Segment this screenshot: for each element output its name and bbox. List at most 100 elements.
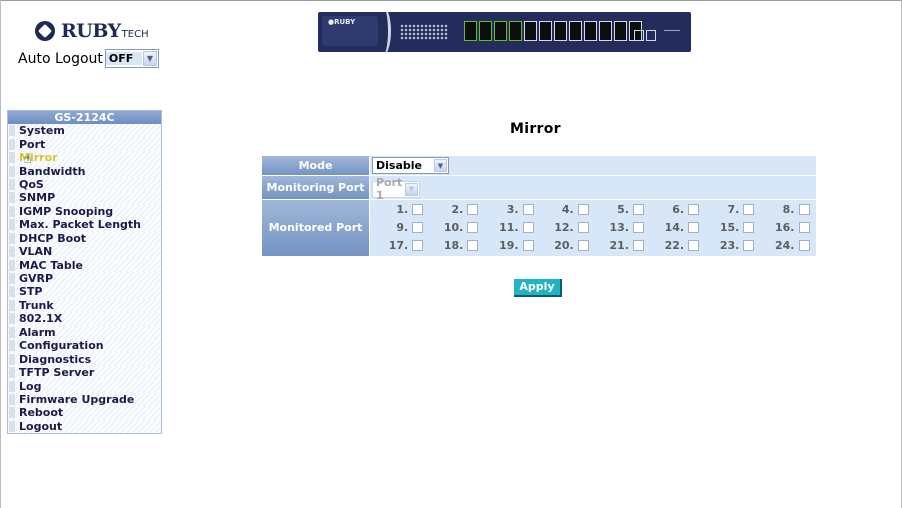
port-4-item: 4.: [536, 201, 591, 219]
sidebar-item-label: TFTP Server: [19, 366, 95, 380]
sidebar-item-reboot[interactable]: Reboot: [8, 406, 161, 420]
sidebar-item-marker: [9, 192, 15, 204]
sidebar-item-marker: [9, 205, 15, 217]
port-number: 15.: [719, 221, 740, 234]
port-24-checkbox[interactable]: [798, 240, 810, 251]
port-20-checkbox[interactable]: [577, 240, 589, 251]
sidebar-item-label: Log: [19, 379, 42, 393]
port-4-checkbox[interactable]: [577, 204, 589, 215]
port-number: 17.: [388, 239, 409, 252]
port-1-item: 1.: [370, 201, 425, 219]
port-3-checkbox[interactable]: [522, 204, 534, 215]
mode-select-value: Disable: [376, 159, 422, 172]
port-9-checkbox[interactable]: [412, 222, 424, 233]
port-1-checkbox[interactable]: [412, 204, 424, 215]
port-16-item: 16.: [756, 219, 811, 237]
dropdown-arrow-icon: ▼: [405, 182, 418, 196]
port-10-checkbox[interactable]: [467, 222, 479, 233]
sidebar-item-alarm[interactable]: Alarm: [8, 325, 161, 339]
port-number: 20.: [554, 239, 574, 252]
port-14-item: 14.: [646, 219, 701, 237]
sidebar-item-max-packet-length[interactable]: Max. Packet Length: [8, 218, 161, 232]
port-18-checkbox[interactable]: [467, 240, 479, 251]
sidebar-item-qos[interactable]: QoS: [8, 177, 161, 192]
sidebar-item-snmp[interactable]: SNMP: [8, 191, 161, 205]
sidebar-item-marker: [9, 138, 15, 150]
sidebar-item-marker: [9, 165, 15, 177]
sidebar-item-marker: [9, 286, 15, 298]
sidebar-item-diagnostics[interactable]: Diagnostics: [8, 352, 161, 366]
hand-cursor-icon: ☝: [23, 152, 32, 168]
port-7-checkbox[interactable]: [743, 204, 755, 215]
port-20-item: 20.: [536, 237, 591, 255]
port-21-checkbox[interactable]: [632, 240, 644, 251]
sidebar-item-dhcp-boot[interactable]: DHCP Boot: [8, 231, 161, 245]
brand-suffix: TECH: [121, 28, 149, 40]
sidebar-item-trunk[interactable]: Trunk: [8, 298, 161, 313]
sidebar-item-log[interactable]: Log: [8, 379, 161, 393]
sidebar-item-system[interactable]: System: [8, 124, 161, 138]
sidebar-item-tftp-server[interactable]: TFTP Server: [8, 365, 161, 380]
port-number: 7.: [727, 203, 740, 216]
port-number: 9.: [396, 221, 409, 234]
sidebar-item-label: Configuration: [19, 339, 104, 353]
frame-top-border: [0, 0, 902, 1]
sidebar-item-label: Alarm: [19, 325, 56, 339]
port-11-checkbox[interactable]: [522, 222, 534, 233]
sidebar-item-igmp-snooping[interactable]: IGMP Snooping: [8, 204, 161, 219]
sidebar-item-label: QoS: [19, 177, 44, 191]
monitored-port-row: Monitored Port 1. 2. 3. 4. 5. 6. 7. 8. 9. 10. 11. 1…: [262, 199, 816, 256]
port-2-checkbox[interactable]: [467, 204, 479, 215]
dropdown-arrow-icon[interactable]: ▼: [434, 159, 447, 172]
sidebar-item-vlan[interactable]: VLAN: [8, 244, 161, 259]
port-12-item: 12.: [536, 219, 591, 237]
sidebar-item-marker: [9, 299, 15, 311]
port-5-checkbox[interactable]: [632, 204, 644, 215]
port-23-checkbox[interactable]: [743, 240, 755, 251]
sidebar-item-stp[interactable]: STP: [8, 285, 161, 299]
sidebar-item-firmware-upgrade[interactable]: Firmware Upgrade: [8, 392, 161, 407]
sidebar-item-marker: [9, 273, 15, 285]
switch-device-image: ●RUBY: [318, 12, 691, 52]
device-port-group-1: [464, 21, 522, 41]
port-19-checkbox[interactable]: [522, 240, 534, 251]
port-8-checkbox[interactable]: [798, 204, 810, 215]
sidebar-item-marker: [9, 420, 15, 432]
sidebar-item-mirror[interactable]: Mirror ☝: [8, 150, 161, 168]
dropdown-arrow-icon[interactable]: ▼: [142, 51, 157, 66]
port-14-checkbox[interactable]: [688, 222, 700, 233]
frame-left-border: [0, 0, 1, 508]
sidebar-item-marker: [9, 178, 15, 190]
sidebar-item-802-1x[interactable]: 802.1X: [8, 312, 161, 326]
mode-select[interactable]: Disable ▼: [372, 157, 449, 174]
port-24-item: 24.: [756, 237, 811, 255]
port-number: 24.: [775, 239, 795, 252]
port-6-checkbox[interactable]: [688, 204, 700, 215]
sidebar-item-label: STP: [19, 285, 43, 299]
sidebar-item-mac-table[interactable]: MAC Table: [8, 258, 161, 272]
apply-button[interactable]: Apply: [514, 279, 562, 297]
auto-logout-select[interactable]: OFF ▼: [104, 49, 159, 68]
mirror-config-table: Mode Disable ▼ Monitoring Port Port 1 ▼ …: [261, 155, 817, 257]
port-9-item: 9.: [370, 219, 425, 237]
monitoring-port-label: Monitoring Port: [262, 176, 369, 199]
port-22-checkbox[interactable]: [688, 240, 700, 251]
port-number: 10.: [443, 221, 464, 234]
ruby-logo: RUBY TECH: [35, 20, 149, 42]
port-17-checkbox[interactable]: [412, 240, 424, 251]
sidebar-item-logout[interactable]: Logout: [8, 419, 161, 434]
sidebar-item-port[interactable]: Port: [8, 137, 161, 151]
sidebar-nav: GS-2124C System Port Mirror ☝ Bandwidth QoS SN…: [7, 110, 162, 435]
port-number: 18.: [443, 239, 464, 252]
port-16-checkbox[interactable]: [798, 222, 810, 233]
port-12-checkbox[interactable]: [577, 222, 589, 233]
port-13-checkbox[interactable]: [632, 222, 644, 233]
sidebar-item-label: System: [19, 124, 65, 138]
port-15-checkbox[interactable]: [743, 222, 755, 233]
auto-logout-label: Auto Logout: [18, 50, 103, 67]
port-number: 22.: [664, 239, 685, 252]
sidebar-item-gvrp[interactable]: GVRP: [8, 271, 161, 286]
sidebar-item-marker: [9, 313, 15, 325]
sidebar-item-configuration[interactable]: Configuration: [8, 339, 161, 353]
sidebar-item-label: Logout: [19, 419, 63, 433]
